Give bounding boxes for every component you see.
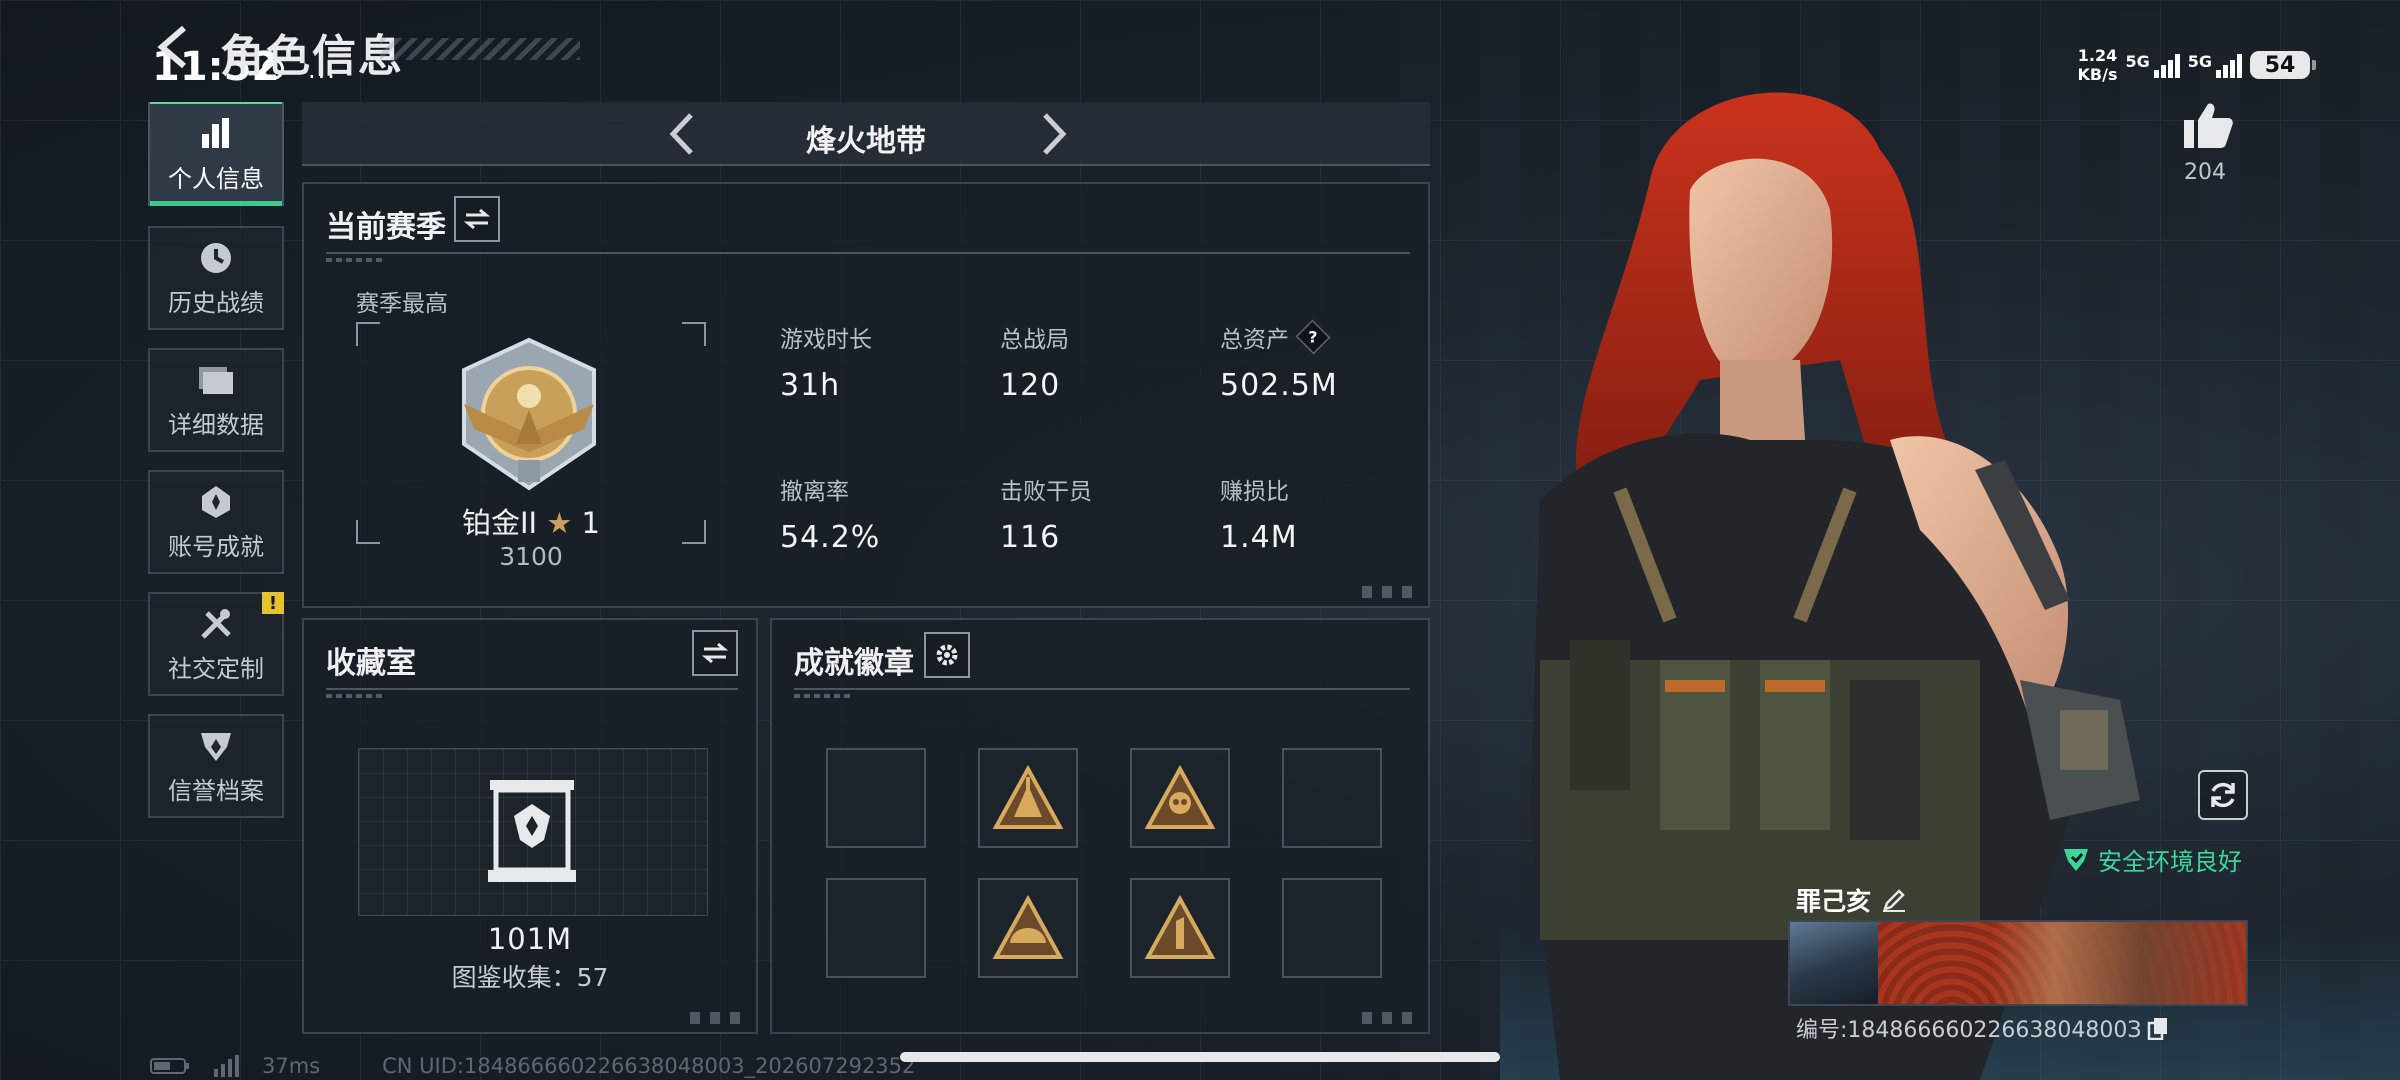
badge-slot[interactable] bbox=[1130, 878, 1230, 978]
player-name-card[interactable] bbox=[1788, 920, 2248, 1006]
panel-title: 收藏室 bbox=[326, 646, 416, 681]
uid-text: CN UID:184866660226638048003_20260729235… bbox=[382, 1054, 916, 1078]
network-signal-icon bbox=[214, 1055, 239, 1077]
sidebar-item-label: 历史战绩 bbox=[168, 288, 264, 317]
mode-selector: 烽火地带 bbox=[302, 102, 1430, 166]
battery-icon: 54 bbox=[2250, 51, 2316, 79]
collection-count: 图鉴收集：57 bbox=[451, 963, 609, 992]
back-arrow-icon[interactable] bbox=[150, 22, 200, 72]
badge-slot-empty[interactable] bbox=[1282, 878, 1382, 978]
next-mode-button[interactable] bbox=[1028, 108, 1080, 160]
skull-badge-icon bbox=[1144, 765, 1216, 829]
sidebar-item-personal-info[interactable]: 个人信息 bbox=[148, 102, 284, 206]
like-icon[interactable] bbox=[2178, 96, 2234, 152]
safe-environment-status: 安全环境良好 bbox=[2062, 842, 2242, 877]
stat-operators-defeated: 击败干员 116 bbox=[1000, 479, 1092, 555]
gear-icon bbox=[936, 644, 958, 666]
badge-slot[interactable] bbox=[1130, 748, 1230, 848]
tools-icon bbox=[196, 605, 236, 643]
badge-slot[interactable] bbox=[978, 878, 1078, 978]
folder-icon bbox=[196, 361, 236, 399]
swap-arrows-icon bbox=[702, 642, 728, 664]
signal-icon: 5G bbox=[2125, 52, 2180, 78]
signal-icon: 5G bbox=[2188, 52, 2242, 78]
rank-points: 3100 bbox=[499, 542, 563, 571]
avatar bbox=[1790, 922, 1878, 1004]
sidebar-item-label: 账号成就 bbox=[168, 532, 264, 561]
title-decoration bbox=[380, 38, 580, 60]
rank-name: 铂金II ★ 1 bbox=[462, 506, 600, 540]
switch-season-button[interactable] bbox=[454, 196, 500, 242]
device-battery-icon bbox=[150, 1058, 189, 1074]
season-best-label: 赛季最高 bbox=[356, 291, 448, 317]
stat-extraction-rate: 撤离率 54.2% bbox=[780, 479, 881, 555]
status-bar-right: 1.24 KB/s 5G 5G 54 bbox=[2077, 46, 2316, 84]
switch-collection-button[interactable] bbox=[692, 630, 738, 676]
warning-badge: ! bbox=[262, 592, 284, 614]
stat-profit-loss: 赚损比 1.4M bbox=[1220, 479, 1298, 555]
rank-medal-icon bbox=[462, 337, 596, 491]
stat-play-time: 游戏时长 31h bbox=[780, 327, 872, 403]
badge-slot[interactable] bbox=[978, 748, 1078, 848]
credit-icon bbox=[196, 727, 236, 765]
stat-total-matches: 总战局 120 bbox=[1000, 327, 1069, 403]
panel-title: 当前赛季 bbox=[326, 210, 446, 245]
shield-check-icon bbox=[2064, 848, 2088, 871]
net-speed: 1.24 KB/s bbox=[2077, 46, 2118, 84]
panel-title: 成就徽章 bbox=[794, 646, 914, 681]
history-clock-icon bbox=[196, 239, 236, 277]
player-id: 编号:18486666022663804800З bbox=[1796, 1012, 2169, 1044]
rotate-model-button[interactable] bbox=[2198, 770, 2248, 820]
player-name: 罪己亥 bbox=[1796, 882, 1907, 918]
sidebar-item-detailed-data[interactable]: 详细数据 bbox=[148, 348, 284, 452]
chevron-right-icon bbox=[1043, 113, 1067, 155]
badge-slot-empty[interactable] bbox=[1282, 748, 1382, 848]
sidebar-item-achievements[interactable]: 账号成就 bbox=[148, 470, 284, 574]
badge-slot-empty[interactable] bbox=[826, 878, 926, 978]
stat-total-assets: 总资产 ? 502.5M bbox=[1220, 319, 1420, 403]
number-one-badge-icon bbox=[1144, 895, 1216, 959]
badge-slot-empty[interactable] bbox=[826, 748, 926, 848]
page-title: 角色信息 bbox=[220, 31, 404, 82]
ping-value: 37ms bbox=[262, 1054, 321, 1078]
bar-chart-icon bbox=[196, 115, 236, 153]
current-season-panel: 当前赛季 赛季最高 铂金II ★ 1 3100 游戏时长 31h 总战局 120… bbox=[302, 182, 1430, 608]
star-icon: ★ bbox=[546, 506, 573, 540]
sidebar-item-history[interactable]: 历史战绩 bbox=[148, 226, 284, 330]
like-count: 204 bbox=[2184, 160, 2226, 185]
home-indicator[interactable] bbox=[900, 1052, 1500, 1062]
achievement-badges-panel[interactable]: 成就徽章 bbox=[770, 618, 1430, 1034]
sidebar-item-label: 社交定制 bbox=[168, 654, 264, 683]
bottom-info-bar: 37ms CN UID:184866660226638048003_202607… bbox=[150, 1054, 915, 1078]
edit-pencil-icon[interactable] bbox=[1881, 887, 1907, 913]
mode-title: 烽火地带 bbox=[806, 124, 926, 159]
sidebar-item-label: 个人信息 bbox=[168, 164, 264, 193]
collection-case-icon bbox=[488, 780, 576, 882]
collection-panel[interactable]: 收藏室 101M 图鉴收集：57 bbox=[302, 618, 758, 1034]
help-icon[interactable]: ? bbox=[1295, 319, 1331, 355]
copy-icon[interactable] bbox=[2147, 1016, 2169, 1040]
sidebar-item-label: 详细数据 bbox=[168, 410, 264, 439]
achievement-icon bbox=[196, 483, 236, 521]
badge-settings-button[interactable] bbox=[924, 632, 970, 678]
name-card-art bbox=[1990, 922, 2246, 1004]
sidebar-item-credit-record[interactable]: 信誉档案 bbox=[148, 714, 284, 818]
sidebar-item-label: 信誉档案 bbox=[168, 776, 264, 805]
swap-arrows-icon bbox=[464, 208, 490, 230]
camp-badge-icon bbox=[992, 765, 1064, 829]
sidebar-item-social-custom[interactable]: 社交定制 ! bbox=[148, 592, 284, 696]
refresh-icon bbox=[2211, 782, 2235, 808]
helmet-badge-icon bbox=[992, 895, 1064, 959]
collection-value: 101M bbox=[487, 922, 573, 956]
